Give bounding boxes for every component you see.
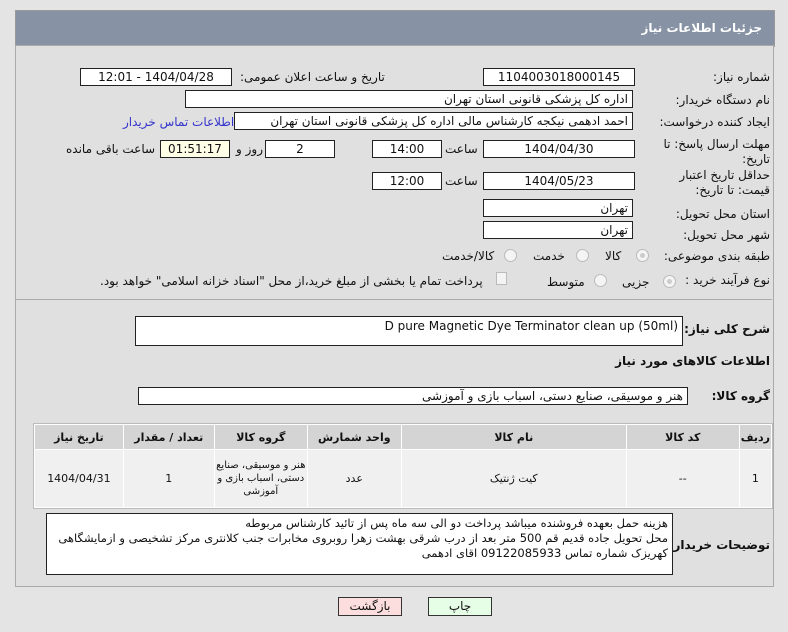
days-remaining: 2 xyxy=(265,140,335,158)
page-header: جزئیات اطلاعات نیاز xyxy=(15,10,775,47)
payment-checkbox[interactable] xyxy=(496,272,507,285)
city-label: شهر محل تحویل: xyxy=(683,228,770,242)
cell-group: هنر و موسیقی، صنایع دستی، اسباب بازی و آ… xyxy=(213,449,308,508)
col-header: واحد شمارش xyxy=(306,424,402,450)
time-remaining: 01:51:17 xyxy=(160,140,230,158)
col-header: تاریخ نیاز xyxy=(34,424,124,450)
creator-label: ایجاد کننده درخواست: xyxy=(659,115,770,129)
creator-field: احمد ادهمی نیکجه کارشناس مالی اداره کل پ… xyxy=(234,112,633,130)
back-button[interactable]: بازگشت xyxy=(338,597,402,616)
cell-row: 1 xyxy=(738,449,773,508)
validity-time: 12:00 xyxy=(372,172,442,190)
buyer-label: نام دستگاه خریدار: xyxy=(675,93,771,107)
process-medium-label: متوسط xyxy=(547,275,585,289)
province-field: تهران xyxy=(483,199,633,217)
category-label: طبقه بندی موضوعی: xyxy=(663,249,770,263)
deadline-label: مهلت ارسال پاسخ: تا تاریخ: xyxy=(663,137,770,166)
category-service-label: خدمت xyxy=(533,249,565,263)
validity-time-label: ساعت xyxy=(445,174,478,188)
goods-group-label: گروه کالا: xyxy=(711,389,770,403)
category-goods-label: کالا xyxy=(605,249,622,263)
province-label: استان محل تحویل: xyxy=(675,207,770,221)
announce-label: تاریخ و ساعت اعلان عمومی: xyxy=(240,70,385,84)
description-label: شرح کلی نیاز: xyxy=(684,322,770,336)
process-label: نوع فرآیند خرید : xyxy=(685,273,770,287)
deadline-date: 1404/04/30 xyxy=(483,140,635,158)
process-radio-minor[interactable] xyxy=(663,275,676,288)
contact-buyer-link[interactable]: اطلاعات تماس خریدار xyxy=(123,115,234,129)
goods-table-wrap: ردیف کد کالا نام کالا واحد شمارش گروه کا… xyxy=(33,423,773,509)
deadline-time-label: ساعت xyxy=(445,142,478,156)
deadline-time: 14:00 xyxy=(372,140,442,158)
category-radio-both[interactable] xyxy=(504,249,517,262)
cell-date: 1404/04/31 xyxy=(34,449,124,508)
cell-qty: 1 xyxy=(122,449,215,508)
days-label: روز و xyxy=(236,142,263,156)
buyer-field: اداره کل پزشکی قانونی استان تهران xyxy=(185,90,633,108)
process-radio-medium[interactable] xyxy=(594,274,607,287)
goods-table: ردیف کد کالا نام کالا واحد شمارش گروه کا… xyxy=(34,424,773,508)
announce-field: 1404/04/28 - 12:01 xyxy=(80,68,232,86)
need-number-label: شماره نیاز: xyxy=(713,70,770,84)
table-row: 1 -- کیت ژنتیک عدد هنر و موسیقی، صنایع د… xyxy=(34,449,773,508)
cell-code: -- xyxy=(625,449,740,508)
col-header: گروه کالا xyxy=(213,424,308,450)
notes-field[interactable]: هزینه حمل بعهده فروشنده میباشد پرداخت دو… xyxy=(46,513,673,575)
validity-label: حداقل تاریخ اعتبار قیمت: تا تاریخ: xyxy=(679,168,770,197)
city-field: تهران xyxy=(483,221,633,239)
category-both-label: کالا/خدمت xyxy=(442,249,495,263)
goods-group-field: هنر و موسیقی، صنایع دستی، اسباب بازی و آ… xyxy=(138,387,688,405)
category-radio-service[interactable] xyxy=(576,249,589,262)
goods-section-title: اطلاعات کالاهای مورد نیاز xyxy=(615,354,770,368)
process-minor-label: جزیی xyxy=(622,275,650,289)
category-radio-goods[interactable] xyxy=(636,249,649,262)
description-field[interactable]: D pure Magnetic Dye Terminator clean up … xyxy=(135,316,683,346)
cell-unit: عدد xyxy=(306,449,402,508)
col-header: کد کالا xyxy=(625,424,740,450)
cell-name: کیت ژنتیک xyxy=(400,449,627,508)
need-number-field: 1104003018000145 xyxy=(483,68,635,86)
col-header: نام کالا xyxy=(400,424,627,450)
notes-label: توضیحات خریدار: xyxy=(668,538,770,552)
print-button[interactable]: چاپ xyxy=(428,597,492,616)
col-header: تعداد / مقدار xyxy=(122,424,215,450)
divider xyxy=(15,299,772,300)
payment-note: پرداخت تمام یا بخشی از مبلغ خرید،از محل … xyxy=(100,274,483,288)
col-header: ردیف xyxy=(738,424,773,450)
page-title: جزئیات اطلاعات نیاز xyxy=(641,21,762,35)
remaining-label: ساعت باقی مانده xyxy=(66,142,156,156)
validity-date: 1404/05/23 xyxy=(483,172,635,190)
